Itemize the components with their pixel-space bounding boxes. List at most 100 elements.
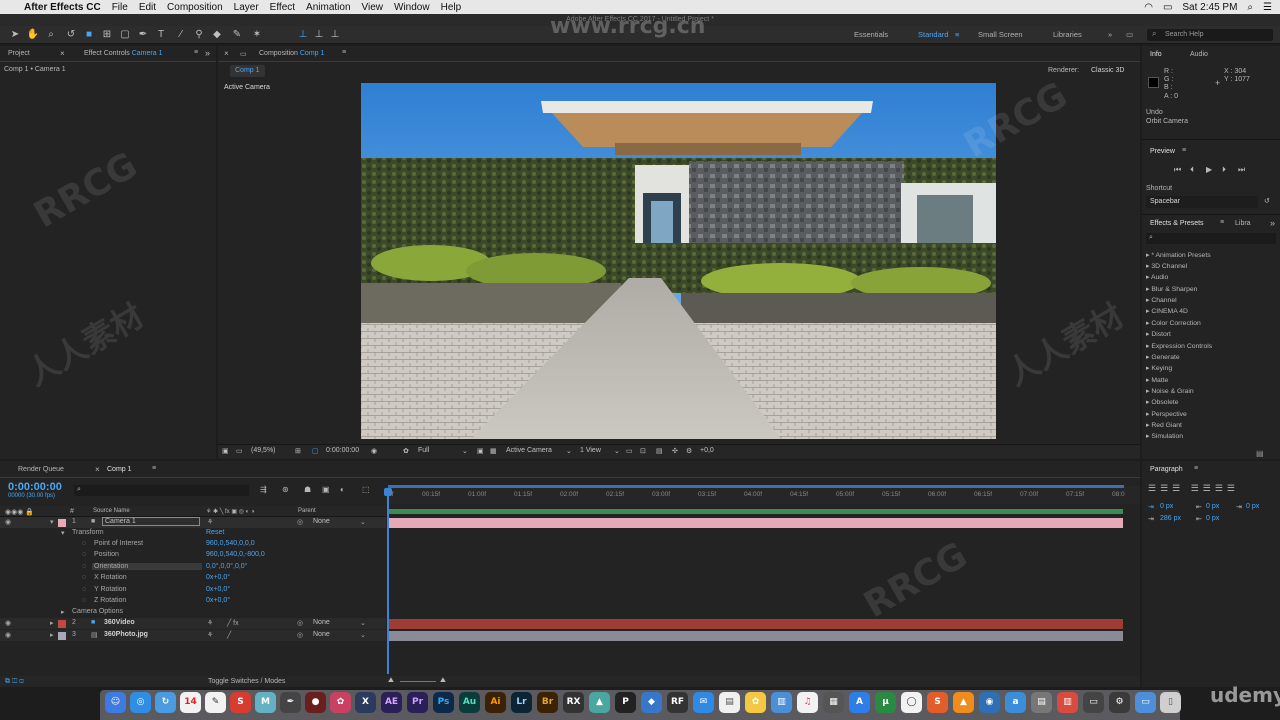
tab-render-queue[interactable]: Render Queue: [18, 466, 64, 473]
chevron-down-icon[interactable]: ⌄: [614, 447, 620, 455]
zoom-out-icon[interactable]: ⛰: [388, 677, 394, 685]
next-frame-icon[interactable]: ⏵: [1222, 165, 1226, 175]
space-before-icon[interactable]: ⇤: [1196, 503, 1202, 511]
clock[interactable]: Sat 2:45 PM: [1182, 2, 1237, 13]
comp-mini-flowchart-icon[interactable]: ⇶: [260, 485, 267, 494]
grid-icon[interactable]: ⊞: [295, 447, 301, 455]
fx-category[interactable]: ▸ Obsolete: [1146, 398, 1179, 406]
rotate-tool-icon[interactable]: ↺: [64, 28, 78, 42]
property-value[interactable]: 0x+0,0°: [206, 574, 230, 581]
downloads-folder-icon[interactable]: ▭: [1135, 692, 1156, 713]
chevron-down-icon[interactable]: ⌄: [462, 447, 468, 455]
preview-app-icon[interactable]: ▤: [719, 692, 740, 713]
selection-tool-icon[interactable]: ➤: [8, 28, 22, 42]
shortcut-dropdown[interactable]: Spacebar: [1146, 196, 1258, 208]
panel-menu-icon[interactable]: ≡: [1194, 465, 1198, 472]
menu-animation[interactable]: Animation: [306, 2, 350, 13]
keynote-icon[interactable]: ▥: [771, 692, 792, 713]
workspace-libraries[interactable]: Libraries: [1053, 26, 1082, 44]
twirl-closed-icon[interactable]: ▸: [50, 619, 54, 627]
pen-app-icon[interactable]: ✒: [280, 692, 301, 713]
snapshot-icon[interactable]: ▣: [222, 447, 229, 455]
menu-effect[interactable]: Effect: [270, 2, 295, 13]
column-parent[interactable]: Parent: [298, 508, 316, 514]
property-value[interactable]: 960,0,540,0,-800,0: [206, 551, 265, 558]
fx-category[interactable]: ▸ Color Correction: [1146, 319, 1201, 327]
property-value[interactable]: 0,0°,0,0°,0,0°: [206, 563, 247, 570]
mail-icon[interactable]: ✉: [693, 692, 714, 713]
help-search-input[interactable]: Search Help: [1147, 29, 1273, 41]
pickwhip-icon[interactable]: ◎: [297, 518, 303, 526]
stopwatch-icon[interactable]: ◌: [82, 551, 86, 558]
system-prefs-icon[interactable]: ⚙: [1109, 692, 1130, 713]
app-icon[interactable]: ▲: [589, 692, 610, 713]
utorrent-icon[interactable]: μ: [875, 692, 896, 713]
property-group[interactable]: ▸ Camera Options: [0, 607, 386, 618]
davinci-icon[interactable]: ✿: [330, 692, 351, 713]
puppet-tool-icon[interactable]: ✶: [250, 28, 264, 42]
calendar-icon[interactable]: 14: [180, 692, 201, 713]
playhead-handle[interactable]: [384, 488, 392, 496]
axis-view-icon[interactable]: ⊥: [328, 28, 342, 42]
current-time[interactable]: 0:00:00:00: [326, 447, 359, 454]
panel-menu-icon[interactable]: ≡: [342, 49, 346, 56]
layer-switches-icon[interactable]: ⧉ ◫ ⊡: [5, 678, 24, 686]
panel-menu-icon[interactable]: ≡: [152, 465, 156, 472]
panel-menu-icon[interactable]: ≡: [1220, 219, 1224, 226]
first-line-icon[interactable]: ⇥: [1148, 515, 1154, 523]
premiere-icon[interactable]: Pr: [407, 692, 428, 713]
workspace-essentials[interactable]: Essentials: [854, 26, 888, 44]
mask-tool-icon[interactable]: ▢: [118, 28, 132, 42]
photos-icon[interactable]: ✿: [745, 692, 766, 713]
layer-name[interactable]: Camera 1: [102, 517, 200, 526]
x-app-icon[interactable]: X: [355, 692, 376, 713]
pan-behind-tool-icon[interactable]: ⊞: [100, 28, 114, 42]
app-icon[interactable]: ▭: [1083, 692, 1104, 713]
workspace-menu-icon[interactable]: ≡: [955, 26, 959, 44]
fx-category[interactable]: ▸ Distort: [1146, 330, 1171, 338]
menu-composition[interactable]: Composition: [167, 2, 223, 13]
messages-icon[interactable]: ◯: [901, 692, 922, 713]
views-dropdown[interactable]: 1 View: [580, 447, 601, 454]
fast-preview-icon[interactable]: ⊡: [640, 447, 646, 455]
spotlight-icon[interactable]: ⌕: [1247, 2, 1253, 13]
close-icon[interactable]: ×: [60, 49, 65, 58]
parent-dropdown[interactable]: None: [313, 631, 330, 638]
eraser-tool-icon[interactable]: ◆: [210, 28, 224, 42]
photo-layer-bar[interactable]: [388, 631, 1123, 641]
bridge-icon[interactable]: Br: [537, 692, 558, 713]
close-icon[interactable]: ×: [224, 49, 229, 58]
first-frame-icon[interactable]: ⏮: [1174, 165, 1181, 175]
stopwatch-icon[interactable]: ◌: [82, 597, 86, 604]
zoom-tool-icon[interactable]: ⌕: [44, 28, 58, 42]
panel-menu-icon[interactable]: ≡: [1182, 147, 1186, 154]
timeline-icon[interactable]: ▤: [656, 447, 663, 455]
parent-dropdown[interactable]: None: [313, 518, 330, 525]
zoom-in-icon[interactable]: ⛰: [440, 677, 446, 685]
fx-category[interactable]: ▸ Generate: [1146, 353, 1180, 361]
switches-column-icon[interactable]: ⚘ ✱ ╲ fx ▣ ◎ ◐ ◑: [206, 508, 255, 515]
quality-switch-icon[interactable]: ╱: [227, 631, 231, 639]
space-before-value[interactable]: 0 px: [1206, 503, 1219, 510]
twirl-open-icon[interactable]: ▾: [61, 529, 65, 537]
menu-help[interactable]: Help: [441, 2, 462, 13]
video-layer-bar[interactable]: [388, 619, 1123, 629]
axis-local-icon[interactable]: ⊥: [296, 28, 310, 42]
app-icon[interactable]: ◉: [979, 692, 1000, 713]
play-icon[interactable]: ▶: [1206, 165, 1212, 174]
chevron-down-icon[interactable]: ⌄: [360, 619, 366, 627]
layer-name[interactable]: 360Video: [104, 619, 135, 626]
menu-layer[interactable]: Layer: [234, 2, 259, 13]
sync-icon[interactable]: ↻: [155, 692, 176, 713]
tab-comp-timeline[interactable]: Comp 1: [107, 466, 132, 473]
pickwhip-icon[interactable]: ◎: [297, 619, 303, 627]
region-icon[interactable]: ▢: [312, 447, 319, 455]
reset-icon[interactable]: ↺: [1264, 197, 1270, 205]
wifi-icon[interactable]: ◠: [1144, 2, 1153, 13]
label-color-swatch[interactable]: [58, 620, 66, 628]
illustrator-icon[interactable]: Ai: [485, 692, 506, 713]
tab-composition[interactable]: Composition Comp 1: [259, 50, 324, 57]
layer-search-input[interactable]: ⌕: [74, 485, 249, 496]
comp-subtab[interactable]: Comp 1: [230, 65, 265, 77]
brush-tool-icon[interactable]: ⁄: [174, 28, 188, 42]
